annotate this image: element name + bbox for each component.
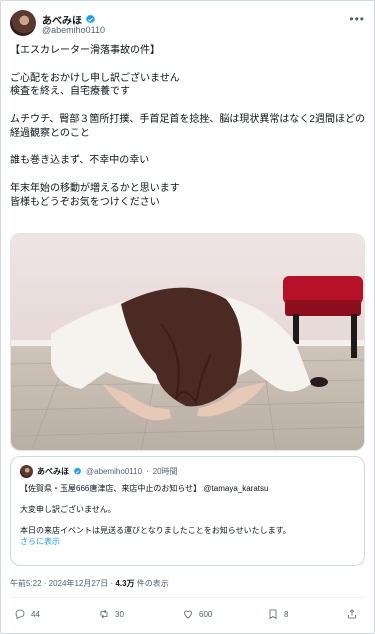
repost-icon — [100, 609, 108, 619]
divider — [10, 597, 365, 598]
tweet-paragraph: 年末年始の移動が増えるかと思います 皆様もどうぞお気をつけください — [10, 182, 180, 208]
avatar[interactable] — [10, 10, 36, 36]
tweet-text: 【エスカレーター滑落事故の件】 ご心配をおかけし申し訳ございません 検査を終え、… — [10, 44, 366, 210]
repost-count: 30 — [115, 609, 124, 619]
view-count: 4.3万 — [115, 579, 135, 588]
repost-button[interactable]: 30 — [98, 608, 124, 620]
show-more-link[interactable]: さらに表示 — [20, 536, 360, 547]
bookmark-button[interactable]: 8 — [267, 608, 288, 620]
quoted-line: 本日の来店イベントは見送る運びとなりましたことをお知らせいたします。 さらに表示 — [20, 525, 360, 547]
quoted-display-name: あべみほ — [37, 467, 69, 476]
bookmark-count: 8 — [284, 609, 289, 619]
more-options-icon[interactable]: ••• — [349, 12, 365, 26]
tweet-meta: 午前5:22 · 2024年12月27日 · 4.3万 件の表示 — [10, 578, 169, 589]
verified-badge-icon — [73, 467, 82, 475]
quoted-avatar — [20, 465, 33, 478]
tweet-header: あべみほ @abemiho0110 ••• — [10, 10, 365, 42]
quoted-line: 【佐賀県・玉屋666唐津店、来店中止のお知らせ】 @tamaya_karatsu — [20, 484, 269, 493]
reply-count: 44 — [31, 609, 40, 619]
photo-image — [11, 234, 364, 450]
tweet-paragraph: 誰も巻き込まず、不幸中の幸い — [10, 155, 150, 167]
view-count-label: 件の表示 — [134, 579, 169, 588]
like-count: 600 — [199, 609, 213, 619]
action-bar: 44 30 600 8 — [10, 608, 365, 626]
quoted-timestamp: 20時間 — [152, 467, 178, 476]
reply-icon — [15, 609, 25, 620]
like-button[interactable]: 600 — [182, 608, 212, 620]
quoted-line: 大変申し訳ございません。 — [20, 505, 116, 514]
share-button[interactable] — [346, 608, 358, 620]
quoted-separator: · — [146, 467, 149, 476]
tweet-photo[interactable] — [10, 233, 365, 451]
tweet-timestamp[interactable]: 午前5:22 · 2024年12月27日 · — [10, 579, 115, 588]
tweet-paragraph: ご心配をおかけし申し訳ございません 検査を終え、自宅療養です — [10, 72, 180, 98]
tweet-paragraph: 【エスカレーター滑落事故の件】 — [10, 45, 160, 56]
quoted-line-text: 本日の来店イベントは見送る運びとなりましたことをお知らせいたします。 — [20, 526, 291, 535]
quoted-handle: @abemiho0110 — [86, 467, 143, 476]
quoted-tweet[interactable]: あべみほ @abemiho0110 · 20時間 【佐賀県・玉屋666唐津店、来… — [10, 456, 365, 566]
quoted-tweet-header: あべみほ @abemiho0110 · 20時間 — [20, 465, 178, 478]
quoted-tweet-text: 【佐賀県・玉屋666唐津店、来店中止のお知らせ】 @tamaya_karatsu… — [20, 483, 360, 547]
reply-button[interactable]: 44 — [14, 608, 40, 620]
verified-badge-icon — [86, 14, 95, 24]
bookmark-icon — [269, 609, 277, 620]
share-icon — [348, 609, 356, 619]
heart-icon — [184, 610, 192, 619]
tweet-paragraph: ムチウチ、臀部３箇所打撲、手首足首を捻挫、脳は現状異常はなく2週間ほどの経過観察… — [10, 113, 365, 139]
author-handle[interactable]: @abemiho0110 — [42, 25, 105, 35]
